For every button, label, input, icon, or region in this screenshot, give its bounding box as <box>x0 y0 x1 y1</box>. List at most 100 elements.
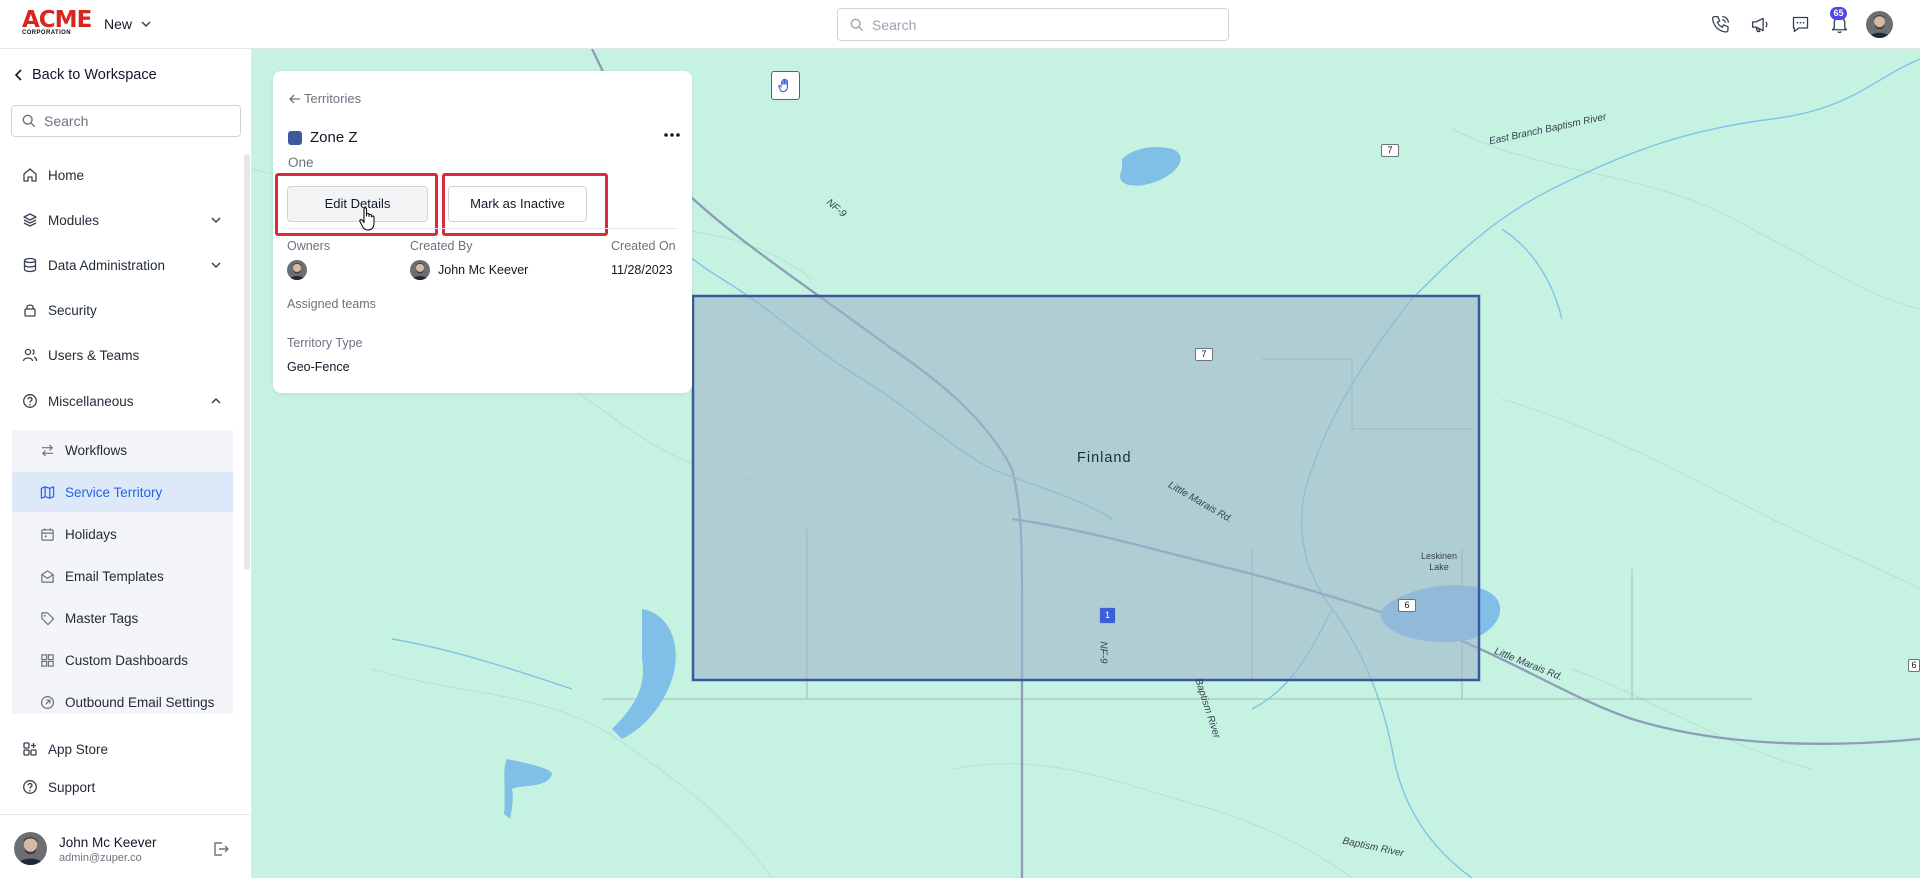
map-icon <box>40 485 55 499</box>
megaphone-icon[interactable] <box>1748 12 1772 36</box>
users-icon <box>22 348 38 362</box>
created-by-label: Created By <box>410 239 473 253</box>
sidebar-item-label: Home <box>48 167 85 183</box>
sidebar-item-home[interactable]: Home <box>12 157 234 193</box>
territory-polygon[interactable] <box>691 294 1481 682</box>
user-email: admin@zuper.co <box>59 852 142 864</box>
arrow-left-icon <box>289 94 300 103</box>
user-profile: John Mc Keever admin@zuper.co <box>0 814 252 878</box>
divider <box>287 228 677 229</box>
territory-type-value: Geo-Fence <box>287 360 350 374</box>
sidebar-item-label: Users & Teams <box>48 347 140 363</box>
home-icon <box>23 168 37 182</box>
sidebar-search[interactable] <box>11 105 241 137</box>
search-icon <box>22 114 36 128</box>
sidebar-item-custom-dashboards[interactable]: Custom Dashboards <box>12 640 233 680</box>
sidebar-item-workflows[interactable]: Workflows <box>12 430 233 470</box>
sidebar-item-security[interactable]: Security <box>12 292 234 328</box>
mark-inactive-button[interactable]: Mark as Inactive <box>448 186 587 222</box>
assigned-teams-label: Assigned teams <box>287 297 376 311</box>
sidebar-item-outbound-email-settings[interactable]: Outbound Email Settings <box>12 682 233 722</box>
acme-logo[interactable]: ACME CORPORATION <box>22 7 92 37</box>
top-bar: ACME CORPORATION New 65 <box>0 0 1920 49</box>
sidebar-item-data-administration[interactable]: Data Administration <box>12 247 234 283</box>
road-sign: 7 <box>1195 348 1213 361</box>
calendar-icon <box>41 527 54 541</box>
grid-icon <box>23 742 37 756</box>
chevron-left-icon <box>14 69 22 81</box>
sidebar-item-label: Security <box>48 302 97 318</box>
sidebar-item-label: Custom Dashboards <box>65 652 189 668</box>
territory-name: Zone Z <box>310 129 358 146</box>
logout-icon[interactable] <box>212 840 230 858</box>
sidebar-item-label: Data Administration <box>48 257 166 273</box>
created-on-value: 11/28/2023 <box>611 263 673 277</box>
back-to-workspace-label: Back to Workspace <box>32 67 157 83</box>
envelope-icon <box>41 569 54 583</box>
sidebar-item-users-teams[interactable]: Users & Teams <box>12 337 234 373</box>
phone-icon[interactable] <box>1708 12 1732 36</box>
sidebar-item-modules[interactable]: Modules <box>12 202 234 238</box>
lock-icon <box>24 304 36 317</box>
back-to-workspace-link[interactable]: Back to Workspace <box>14 67 157 83</box>
chevron-down-icon <box>211 217 221 224</box>
sidebar-item-label: App Store <box>48 741 109 757</box>
tag-icon <box>41 611 55 625</box>
sidebar-item-label: Workflows <box>65 442 128 458</box>
territory-type-label: Territory Type <box>287 336 363 350</box>
sidebar-item-holidays[interactable]: Holidays <box>12 514 233 554</box>
sidebar-item-label: Master Tags <box>65 610 139 626</box>
sidebar-item-master-tags[interactable]: Master Tags <box>12 598 233 638</box>
road-sign: 6 <box>1398 599 1416 612</box>
highway-shield: 1 <box>1099 607 1116 624</box>
pan-tool-button[interactable] <box>771 71 800 100</box>
created-by-value: John Mc Keever <box>438 263 529 277</box>
logo-text: ACME <box>22 7 92 33</box>
chevron-down-icon <box>141 21 151 28</box>
breadcrumb-territories: Territories <box>304 91 362 106</box>
chat-icon[interactable] <box>1788 12 1812 36</box>
sidebar-item-label: Miscellaneous <box>48 393 134 409</box>
more-horizontal-icon <box>664 133 680 137</box>
avatar[interactable] <box>287 260 307 280</box>
global-search-input[interactable] <box>872 16 1212 33</box>
hand-icon <box>778 78 788 93</box>
hand-cursor-icon <box>359 207 375 231</box>
sidebar-item-email-templates[interactable]: Email Templates <box>12 556 233 596</box>
territory-color-swatch <box>288 131 302 145</box>
sidebar-item-label: Holidays <box>65 526 117 542</box>
search-icon <box>850 18 864 31</box>
sidebar-item-app-store[interactable]: App Store <box>12 731 234 767</box>
avatar[interactable] <box>1866 11 1893 38</box>
breadcrumb[interactable]: Territories <box>289 91 361 106</box>
database-icon <box>23 257 37 273</box>
new-button[interactable]: New <box>104 14 152 34</box>
sidebar-item-miscellaneous[interactable]: Miscellaneous <box>12 383 234 419</box>
notification-badge: 65 <box>1830 7 1847 20</box>
road-sign: 7 <box>1381 144 1399 157</box>
help-circle-icon <box>23 394 37 408</box>
sidebar-item-service-territory[interactable]: Service Territory <box>12 472 233 512</box>
global-search[interactable] <box>837 8 1229 41</box>
territory-subtitle: One <box>288 155 314 170</box>
sidebar-scrollbar[interactable] <box>244 154 250 570</box>
user-name: John Mc Keever <box>59 835 157 850</box>
avatar[interactable] <box>14 832 47 865</box>
sidebar-item-label: Email Templates <box>65 568 164 584</box>
territory-details-card: Territories Zone Z One Edit Details Mark… <box>273 71 692 393</box>
created-on-label: Created On <box>611 239 676 253</box>
sidebar-item-label: Modules <box>48 212 100 228</box>
dashboard-icon <box>41 653 54 667</box>
sidebar-item-label: Service Territory <box>65 484 163 500</box>
sidebar-item-support[interactable]: Support <box>12 769 234 805</box>
avatar[interactable] <box>410 260 430 280</box>
owners-label: Owners <box>287 239 331 253</box>
arrows-icon <box>41 443 54 457</box>
road-sign: 6 <box>1908 659 1920 672</box>
sidebar-search-input[interactable] <box>44 113 224 129</box>
sidebar-item-label: Support <box>48 779 96 795</box>
chevron-up-icon <box>211 397 221 404</box>
question-icon <box>23 780 37 794</box>
more-options-button[interactable] <box>661 127 683 143</box>
layers-icon <box>23 213 37 227</box>
